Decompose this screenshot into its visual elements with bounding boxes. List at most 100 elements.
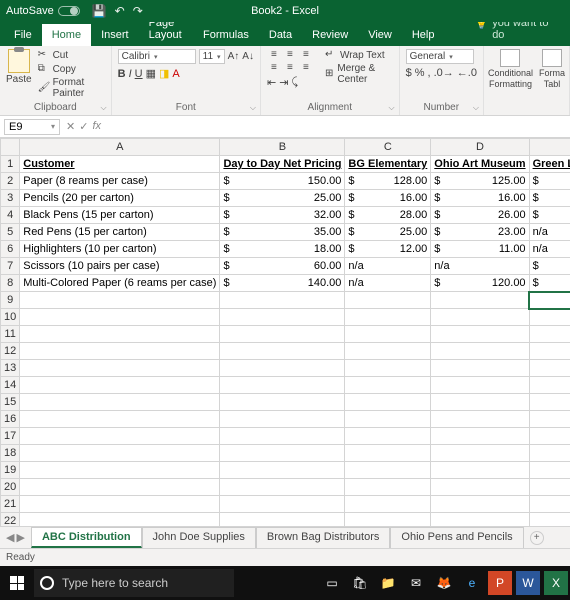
cell[interactable]: n/a [431,258,529,275]
font-color-button[interactable]: A [172,68,179,80]
row-header-13[interactable]: 13 [1,360,20,377]
col-header-C[interactable]: C [345,139,431,156]
align-left-icon[interactable]: ≡ [267,62,281,73]
cell[interactable]: $125.00 [431,173,529,190]
cell[interactable] [345,428,431,445]
cell[interactable]: $12.00 [345,241,431,258]
format-painter-button[interactable]: 🖌Format Painter [38,77,105,99]
cell[interactable] [529,343,570,360]
cell[interactable] [431,462,529,479]
cell[interactable] [431,377,529,394]
decrease-font-icon[interactable]: A↓ [242,51,254,62]
cell[interactable] [345,326,431,343]
firefox-icon[interactable]: 🦊 [432,571,456,595]
percent-button[interactable]: % [415,67,425,79]
increase-decimal-button[interactable]: .0→ [434,67,454,79]
cell[interactable]: Black Pens (15 per carton) [20,207,220,224]
cell[interactable] [431,479,529,496]
cell[interactable] [220,309,345,326]
cell[interactable]: $35.00 [220,224,345,241]
save-icon[interactable]: 💾 [92,4,107,18]
cell[interactable] [220,411,345,428]
cell[interactable] [529,326,570,343]
align-right-icon[interactable]: ≡ [299,62,313,73]
cell[interactable] [431,445,529,462]
cell[interactable] [431,360,529,377]
cell[interactable] [345,343,431,360]
cell[interactable] [220,343,345,360]
copy-button[interactable]: ⧉Copy [38,63,105,75]
cell[interactable]: n/a [345,275,431,292]
cell[interactable] [220,479,345,496]
cell[interactable] [220,292,345,309]
decrease-decimal-button[interactable]: ←.0 [457,67,477,79]
row-header-8[interactable]: 8 [1,275,20,292]
col-header-E[interactable]: E [529,139,570,156]
border-button[interactable]: ▦ [146,67,156,80]
cell[interactable]: $140.00 [220,275,345,292]
col-header-B[interactable]: B [220,139,345,156]
tab-data[interactable]: Data [259,24,302,46]
increase-indent-icon[interactable]: ⇥ [279,76,288,89]
cell[interactable] [529,496,570,513]
cell[interactable]: $32.00 [220,207,345,224]
cell[interactable] [529,513,570,527]
row-header-22[interactable]: 22 [1,513,20,527]
decrease-indent-icon[interactable]: ⇤ [267,76,276,89]
cell[interactable] [20,309,220,326]
cell[interactable] [220,326,345,343]
cell[interactable] [431,394,529,411]
cell[interactable]: $128.00 [345,173,431,190]
row-header-6[interactable]: 6 [1,241,20,258]
cell[interactable]: Customer [20,156,220,173]
word-icon[interactable]: W [516,571,540,595]
italic-button[interactable]: I [129,68,132,80]
cell[interactable] [529,360,570,377]
cell[interactable]: n/a [345,258,431,275]
cell[interactable]: Scissors (10 pairs per case) [20,258,220,275]
mail-icon[interactable]: ✉ [404,571,428,595]
cell[interactable] [345,513,431,527]
col-header-A[interactable]: A [20,139,220,156]
cell[interactable] [20,377,220,394]
taskbar-search[interactable]: Type here to search [34,569,234,597]
cell[interactable] [20,292,220,309]
cut-button[interactable]: ✂Cut [38,49,105,61]
cell[interactable] [431,343,529,360]
tab-file[interactable]: File [4,24,42,46]
merge-center-button[interactable]: ⊞Merge & Center [325,63,393,85]
cell[interactable] [220,462,345,479]
tab-home[interactable]: Home [42,24,91,46]
cell[interactable] [529,377,570,394]
cell[interactable] [431,411,529,428]
font-size-select[interactable]: 11 [199,49,225,64]
cell[interactable]: Pencils (20 per carton) [20,190,220,207]
undo-icon[interactable]: ↶ [115,4,125,18]
cell[interactable] [431,309,529,326]
cell[interactable]: $25.00 [220,190,345,207]
cell[interactable]: $25.00 [345,224,431,241]
conditional-formatting-button[interactable]: Conditional Formatting [488,49,533,89]
cell[interactable] [220,513,345,527]
cell[interactable] [345,292,431,309]
cell[interactable] [20,326,220,343]
cell[interactable]: Red Pens (15 per carton) [20,224,220,241]
row-header-2[interactable]: 2 [1,173,20,190]
task-view-icon[interactable]: ▭ [320,571,344,595]
row-header-7[interactable]: 7 [1,258,20,275]
cell[interactable] [529,394,570,411]
paste-button[interactable]: Paste [6,49,32,85]
redo-icon[interactable]: ↷ [133,4,143,18]
cell[interactable] [529,428,570,445]
cell[interactable] [345,479,431,496]
align-top-icon[interactable]: ≡ [267,49,281,60]
add-sheet-button[interactable]: + [530,531,544,545]
tab-help[interactable]: Help [402,24,445,46]
increase-font-icon[interactable]: A↑ [228,51,240,62]
cell[interactable] [431,513,529,527]
cell[interactable] [345,377,431,394]
select-all-corner[interactable] [1,139,20,156]
edge-icon[interactable]: e [460,571,484,595]
cell[interactable] [20,462,220,479]
sheet-tab[interactable]: ABC Distribution [31,527,142,548]
